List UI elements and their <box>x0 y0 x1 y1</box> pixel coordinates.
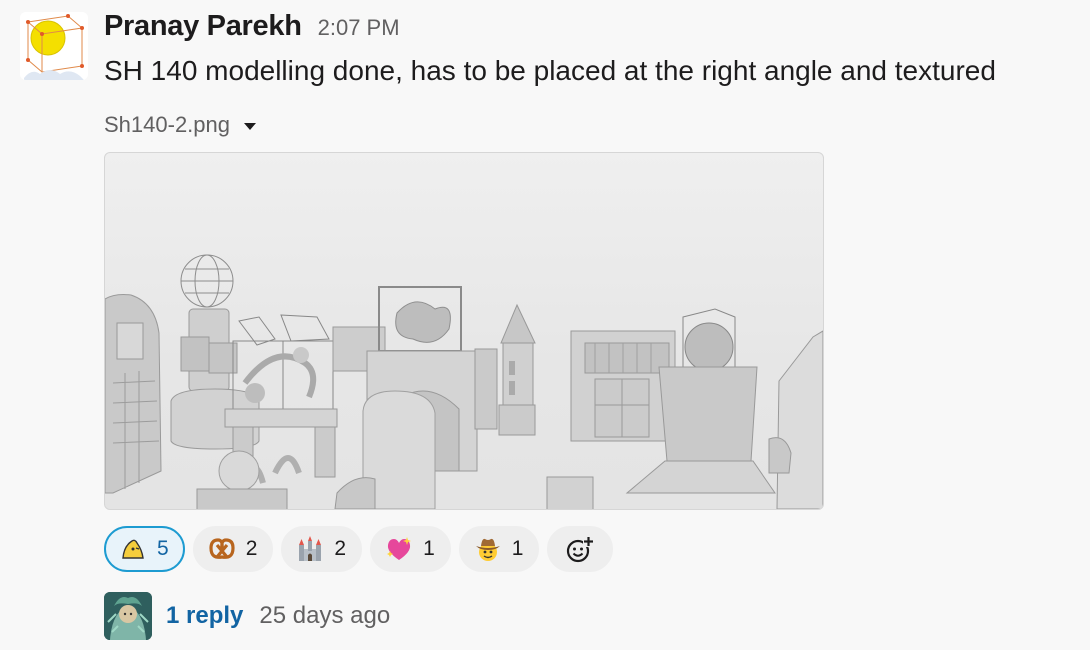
thread-summary[interactable]: 1 reply 25 days ago <box>104 592 390 640</box>
castle-emoji-icon <box>295 534 325 564</box>
attachment-image[interactable] <box>104 152 824 510</box>
add-reaction-button[interactable] <box>547 526 614 572</box>
avatar-cube-sun-icon <box>20 12 88 80</box>
message: Pranay Parekh 2:07 PM SH 140 modelling d… <box>0 0 1090 650</box>
attachment-file-name[interactable]: Sh140-2.png <box>104 112 230 138</box>
reaction-count: 5 <box>157 537 169 560</box>
last-reply-time: 25 days ago <box>259 602 391 629</box>
custom-yellow-blob-emoji-icon <box>118 534 148 564</box>
pretzel-emoji-icon <box>207 534 237 564</box>
message-header: Pranay Parekh 2:07 PM <box>104 10 400 46</box>
sparkling-heart-emoji-icon <box>384 534 414 564</box>
reaction-count: 1 <box>511 537 524 560</box>
reply-count-link[interactable]: 1 reply <box>166 602 243 630</box>
reaction-castle[interactable]: 2 <box>281 526 363 572</box>
chevron-down-icon[interactable] <box>244 122 256 130</box>
reaction-count: 1 <box>423 537 435 560</box>
sender-name[interactable]: Pranay Parekh <box>104 10 302 43</box>
reaction-pretzel[interactable]: 2 <box>192 526 274 572</box>
reactions-bar: 5 2 2 1 1 <box>104 526 614 572</box>
reaction-cowboy-face[interactable]: 1 <box>458 526 540 572</box>
attachment-header[interactable]: Sh140-2.png <box>104 112 256 138</box>
cowboy-face-emoji-icon <box>473 534 503 564</box>
reaction-custom-yellow-blob[interactable]: 5 <box>104 526 185 572</box>
render-preview-image <box>105 254 823 509</box>
reaction-sparkling-heart[interactable]: 1 <box>370 526 451 572</box>
sender-avatar[interactable] <box>20 12 88 80</box>
reaction-count: 2 <box>334 537 347 560</box>
reply-avatar[interactable] <box>104 592 152 640</box>
message-timestamp[interactable]: 2:07 PM <box>318 15 400 41</box>
message-text: SH 140 modelling done, has to be placed … <box>104 55 996 86</box>
add-reaction-icon <box>565 534 595 564</box>
reaction-count: 2 <box>245 537 258 560</box>
